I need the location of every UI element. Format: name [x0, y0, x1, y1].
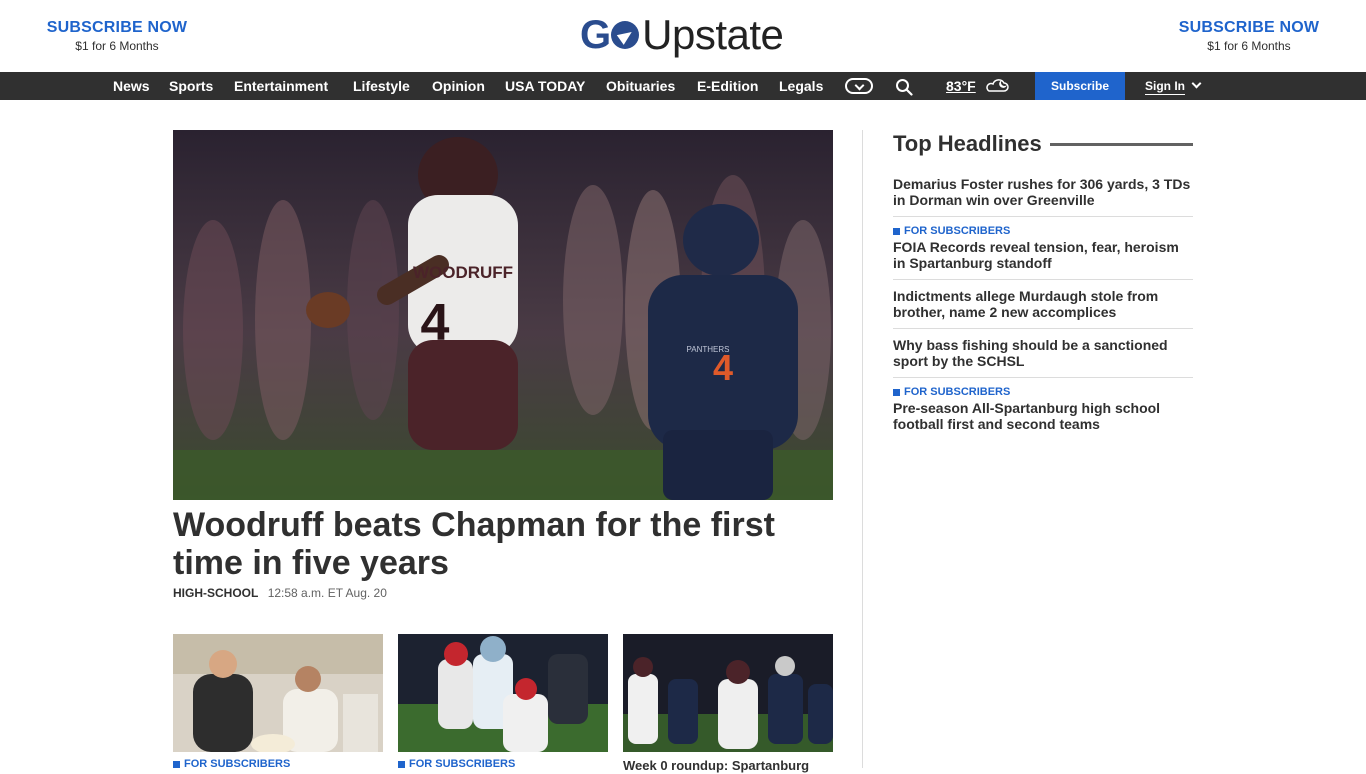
- nav-item-entertainment[interactable]: Entertainment: [234, 72, 328, 100]
- nav-item-legals[interactable]: Legals: [779, 72, 823, 100]
- nav-item-sports[interactable]: Sports: [169, 72, 213, 100]
- subscriber-square-icon: [893, 227, 900, 235]
- nav-item-obituaries[interactable]: Obituaries: [606, 72, 675, 100]
- subscribe-promo-left[interactable]: SUBSCRIBE NOW $1 for 6 Months: [27, 18, 207, 54]
- subscribe-now-link[interactable]: SUBSCRIBE NOW: [1159, 18, 1339, 38]
- main-nav: News Sports Entertainment Lifestyle Opin…: [0, 72, 1366, 100]
- subscribe-offer-text: $1 for 6 Months: [1207, 39, 1291, 53]
- headline-title[interactable]: Pre-season All-Spartanburg high school f…: [893, 400, 1193, 432]
- top-headlines-header: Top Headlines: [893, 130, 1193, 158]
- story-card[interactable]: Week 0 roundup: Spartanburg: [623, 634, 833, 774]
- brand-bar: SUBSCRIBE NOW $1 for 6 Months G Upstate …: [0, 0, 1366, 72]
- subscriber-kicker: FOR SUBSCRIBERS: [893, 225, 1193, 237]
- card-photo-football: [398, 634, 608, 752]
- hero-section-label[interactable]: HIGH-SCHOOL: [173, 586, 258, 600]
- search-icon[interactable]: [895, 78, 913, 96]
- football-action-photo: WOODRUFF 4 4 PANTHERS: [173, 130, 833, 500]
- more-menu-chevron-icon[interactable]: [845, 78, 873, 94]
- subscriber-square-icon: [893, 388, 900, 396]
- jersey-text: WOODRUFF: [413, 263, 513, 282]
- story-card-image[interactable]: [173, 634, 383, 752]
- opponent-text: PANTHERS: [687, 345, 730, 354]
- logo-go: G: [580, 13, 640, 58]
- story-card-image[interactable]: [623, 634, 833, 752]
- headline-title[interactable]: FOIA Records reveal tension, fear, heroi…: [893, 239, 1193, 271]
- story-card-image[interactable]: [398, 634, 608, 752]
- subscriber-kicker: FOR SUBSCRIBERS: [173, 758, 383, 770]
- subscribe-promo-right[interactable]: SUBSCRIBE NOW $1 for 6 Months: [1159, 18, 1339, 54]
- subscribe-offer-text: $1 for 6 Months: [75, 39, 159, 53]
- hero-headline[interactable]: Woodruff beats Chapman for the first tim…: [173, 506, 833, 582]
- headline-item[interactable]: FOR SUBSCRIBERS Pre-season All-Spartanbu…: [893, 378, 1193, 440]
- subscriber-square-icon: [173, 760, 180, 768]
- story-card[interactable]: FOR SUBSCRIBERS: [398, 634, 608, 770]
- subscribe-button[interactable]: Subscribe: [1035, 72, 1125, 100]
- weather-temperature[interactable]: 83°F: [946, 72, 976, 100]
- chevron-down-icon: [1191, 78, 1202, 89]
- logo-arrow-icon: [611, 21, 640, 49]
- heading-rule: [1049, 142, 1193, 146]
- jersey-number: 4: [421, 294, 450, 352]
- hero-image[interactable]: WOODRUFF 4 4 PANTHERS: [173, 130, 833, 500]
- partly-cloudy-night-icon: [986, 79, 1009, 92]
- headline-item[interactable]: Indictments allege Murdaugh stole from b…: [893, 280, 1193, 329]
- hero-timestamp: 12:58 a.m. ET Aug. 20: [267, 586, 387, 600]
- nav-item-news[interactable]: News: [113, 72, 150, 100]
- subscriber-square-icon: [398, 760, 405, 768]
- headline-title[interactable]: Demarius Foster rushes for 306 yards, 3 …: [893, 176, 1193, 208]
- column-divider: [862, 130, 863, 768]
- sign-in-label: Sign In: [1145, 79, 1185, 95]
- hero-meta: HIGH-SCHOOL 12:58 a.m. ET Aug. 20: [173, 586, 387, 600]
- subscriber-kicker: FOR SUBSCRIBERS: [893, 386, 1193, 398]
- site-logo[interactable]: G Upstate: [580, 10, 784, 60]
- sign-in-menu[interactable]: Sign In: [1145, 72, 1202, 100]
- headline-item[interactable]: Demarius Foster rushes for 306 yards, 3 …: [893, 168, 1193, 217]
- logo-wordmark: Upstate: [642, 11, 784, 58]
- nav-item-usa-today[interactable]: USA TODAY: [505, 72, 585, 100]
- nav-item-opinion[interactable]: Opinion: [432, 72, 485, 100]
- story-card[interactable]: FOR SUBSCRIBERS: [173, 634, 383, 770]
- nav-item-lifestyle[interactable]: Lifestyle: [353, 72, 410, 100]
- top-headlines-title: Top Headlines: [893, 131, 1042, 156]
- headline-item[interactable]: Why bass fishing should be a sanctioned …: [893, 329, 1193, 378]
- headline-title[interactable]: Why bass fishing should be a sanctioned …: [893, 337, 1193, 369]
- card-photo-week0: [623, 634, 833, 752]
- subscriber-kicker: FOR SUBSCRIBERS: [398, 758, 608, 770]
- card-photo-shop-owners: [173, 634, 383, 752]
- nav-item-e-edition[interactable]: E-Edition: [697, 72, 758, 100]
- subscribe-now-link[interactable]: SUBSCRIBE NOW: [27, 18, 207, 38]
- headline-title[interactable]: Indictments allege Murdaugh stole from b…: [893, 288, 1193, 320]
- top-headlines-list: Demarius Foster rushes for 306 yards, 3 …: [893, 168, 1193, 440]
- headline-item[interactable]: FOR SUBSCRIBERS FOIA Records reveal tens…: [893, 217, 1193, 280]
- story-card-title[interactable]: Week 0 roundup: Spartanburg: [623, 758, 833, 774]
